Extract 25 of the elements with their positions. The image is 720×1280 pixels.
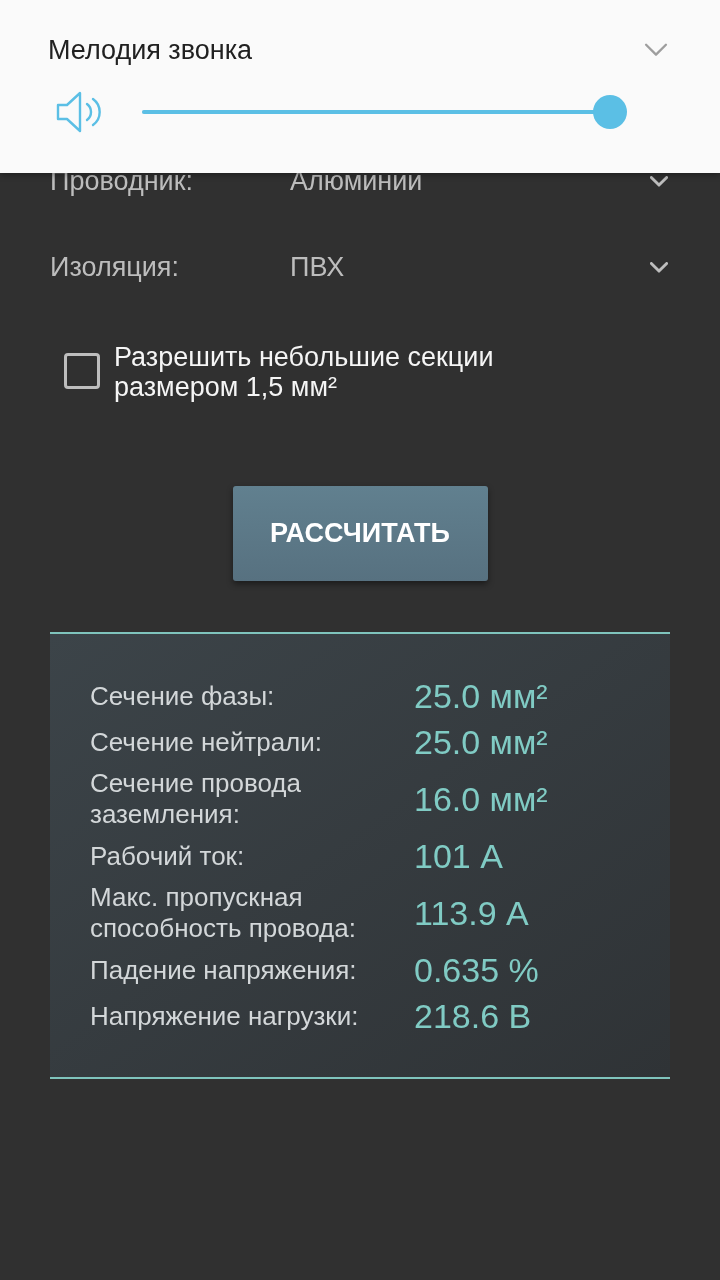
checkbox-label: Разрешить небольшие секции размером 1,5 мм²	[114, 342, 495, 402]
calculate-button[interactable]: РАССЧИТАТЬ	[232, 486, 488, 581]
speaker-icon[interactable]	[56, 91, 103, 133]
result-label: Сечение нейтрали:	[90, 726, 324, 758]
chevron-down-icon[interactable]	[650, 175, 668, 187]
result-value: 0.635 %	[414, 950, 539, 990]
result-value: 113.9 А	[414, 893, 529, 933]
field-label: Проводник:	[50, 166, 193, 196]
dropdown-value[interactable]: ПВХ	[290, 251, 345, 283]
result-label: Макс. пропускная способность провода:	[90, 882, 357, 944]
chevron-down-icon[interactable]	[650, 261, 668, 273]
slider-thumb[interactable]	[593, 95, 627, 129]
checkbox[interactable]	[64, 353, 100, 389]
dialog-title: Мелодия звонка	[48, 34, 253, 67]
result-value: 16.0 мм²	[414, 779, 548, 819]
result-value: 101 А	[414, 836, 503, 876]
result-value: 25.0 мм²	[414, 722, 548, 762]
field-label: Изоляция:	[50, 252, 179, 282]
result-label: Сечение фазы:	[90, 680, 276, 712]
result-value: 25.0 мм²	[414, 676, 548, 716]
result-label: Рабочий ток:	[90, 840, 246, 872]
result-label: Сечение провода заземления:	[90, 768, 302, 830]
result-label: Напряжение нагрузки:	[90, 1000, 360, 1032]
result-value: 218.6 В	[414, 996, 532, 1036]
result-label: Падение напряжения:	[90, 954, 358, 986]
